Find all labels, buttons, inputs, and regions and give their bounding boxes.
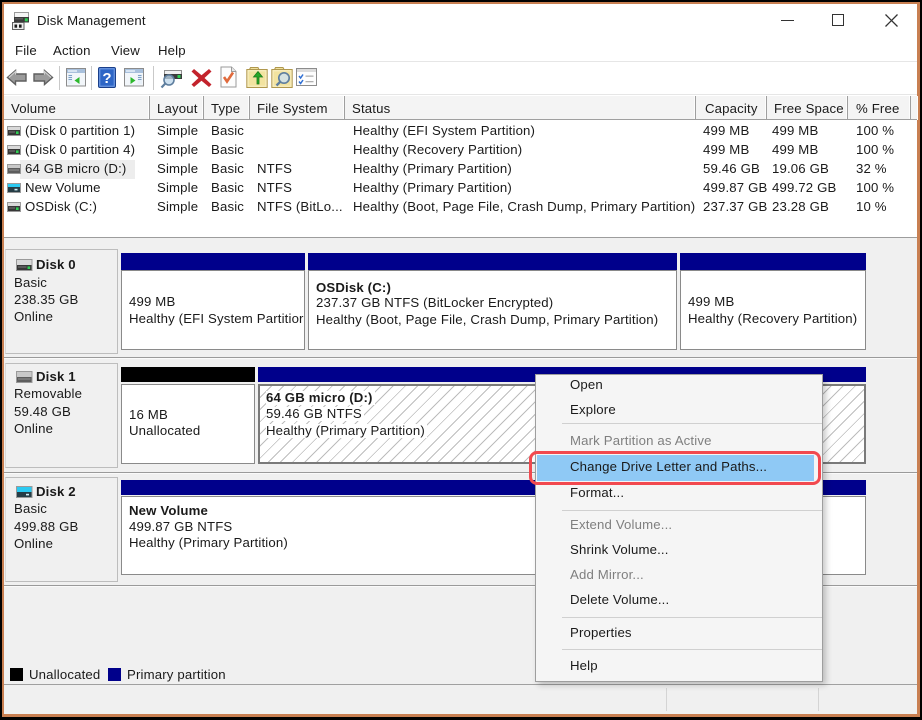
svg-text:?: ? (102, 70, 111, 87)
